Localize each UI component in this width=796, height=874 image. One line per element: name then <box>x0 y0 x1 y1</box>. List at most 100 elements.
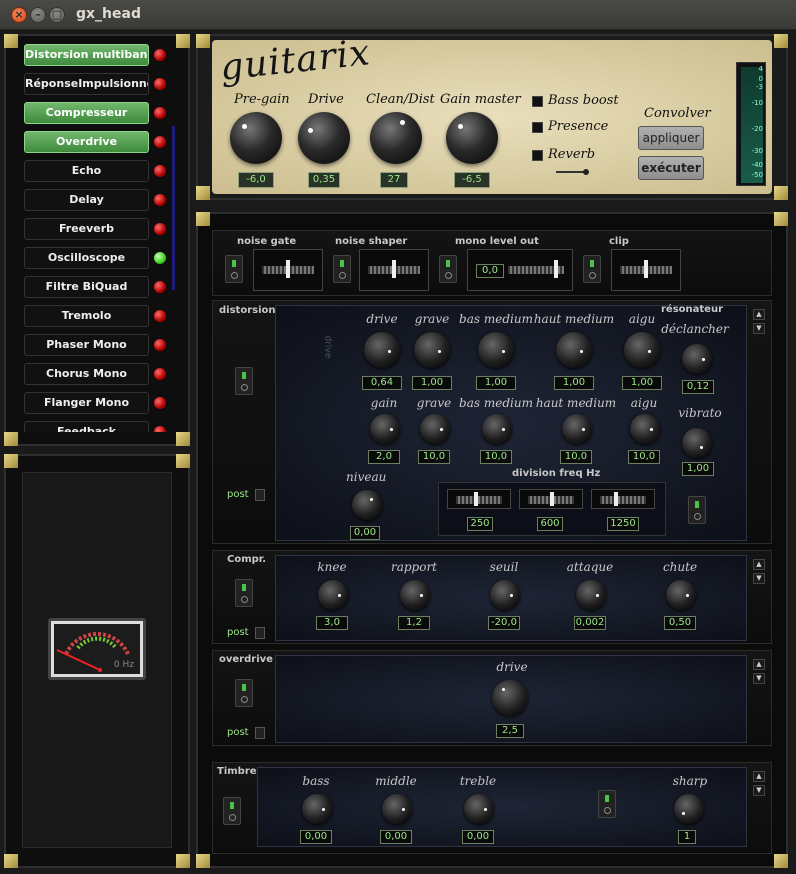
compr-rapport-knob[interactable] <box>400 580 430 610</box>
gain-master-value[interactable]: -6,5 <box>454 172 490 188</box>
plugin-toggle-button[interactable]: Tremolo <box>24 305 149 327</box>
plugin-toggle-button[interactable]: Oscilloscope <box>24 247 149 269</box>
dist-grave-knob[interactable] <box>414 332 450 368</box>
plugin-toggle-button[interactable]: Delay <box>24 189 149 211</box>
overdrive-drive-knob[interactable] <box>492 680 528 716</box>
resonator-trigger-knob[interactable] <box>682 344 712 374</box>
dist-gain-knob[interactable] <box>370 414 400 444</box>
move-down-button[interactable]: ▼ <box>753 323 765 334</box>
compr-switch[interactable] <box>235 579 253 607</box>
timbre-extra-switch[interactable] <box>598 790 616 818</box>
plugin-toggle-button[interactable]: Distorsion multibande <box>24 44 149 66</box>
post-checkbox[interactable] <box>255 727 265 739</box>
vibrato-knob[interactable] <box>682 428 712 458</box>
plugin-toggle-button[interactable]: Feedback <box>24 421 149 432</box>
compr-attaque-knob[interactable] <box>576 580 606 610</box>
reverb-slider[interactable] <box>556 169 589 175</box>
dist-grave2-knob[interactable] <box>420 414 450 444</box>
freq-value-2[interactable]: 600 <box>537 517 563 531</box>
plugin-toggle-button[interactable]: Chorus Mono <box>24 363 149 385</box>
move-up-button[interactable]: ▲ <box>753 309 765 320</box>
presence-checkbox[interactable] <box>532 122 543 133</box>
pre-gain-knob[interactable] <box>230 112 282 164</box>
compr-seuil-knob[interactable] <box>490 580 520 610</box>
post-checkbox[interactable] <box>255 489 265 501</box>
plugin-toggle-button[interactable]: Phaser Mono <box>24 334 149 356</box>
dist-aigu-value[interactable]: 1,00 <box>622 376 662 390</box>
drive-knob[interactable] <box>298 112 350 164</box>
dist-bas-medium-knob[interactable] <box>478 332 514 368</box>
move-up-button[interactable]: ▲ <box>753 559 765 570</box>
dist-aigu-knob[interactable] <box>624 332 660 368</box>
apply-button[interactable]: appliquer <box>638 126 704 150</box>
noise-shaper-slider[interactable] <box>359 249 429 291</box>
mono-level-value[interactable]: 0,0 <box>476 264 504 278</box>
clip-switch[interactable] <box>583 255 601 283</box>
plugin-toggle-button[interactable]: Overdrive <box>24 131 149 153</box>
dist-aigu2-knob[interactable] <box>630 414 660 444</box>
dist-haut-medium-value[interactable]: 1,00 <box>554 376 594 390</box>
freq-slider-3[interactable] <box>591 489 655 509</box>
dist-drive-knob[interactable] <box>364 332 400 368</box>
clip-slider[interactable] <box>611 249 681 291</box>
move-up-button[interactable]: ▲ <box>753 771 765 782</box>
timbre-bass-value[interactable]: 0,00 <box>300 830 332 844</box>
mono-level-slider[interactable]: 0,0 <box>467 249 573 291</box>
move-down-button[interactable]: ▼ <box>753 785 765 796</box>
timbre-switch[interactable] <box>223 797 241 825</box>
move-down-button[interactable]: ▼ <box>753 673 765 684</box>
clean-dist-knob[interactable] <box>370 112 422 164</box>
minimize-window-button[interactable]: – <box>30 7 46 23</box>
plugin-toggle-button[interactable]: Echo <box>24 160 149 182</box>
noise-shaper-switch[interactable] <box>333 255 351 283</box>
timbre-bass-knob[interactable] <box>302 794 332 824</box>
freq-value-3[interactable]: 1250 <box>607 517 639 531</box>
overdrive-switch[interactable] <box>235 679 253 707</box>
dist-bas-medium2-knob[interactable] <box>482 414 512 444</box>
move-down-button[interactable]: ▼ <box>753 573 765 584</box>
reverb-checkbox[interactable] <box>532 150 543 161</box>
timbre-middle-knob[interactable] <box>382 794 412 824</box>
dist-drive-value[interactable]: 0,64 <box>362 376 402 390</box>
noise-gate-switch[interactable] <box>225 255 243 283</box>
plugin-toggle-button[interactable]: Compresseur <box>24 102 149 124</box>
resonator-trigger-value[interactable]: 0,12 <box>682 380 714 394</box>
pre-gain-value[interactable]: -6,0 <box>238 172 274 188</box>
overdrive-post[interactable]: post <box>227 727 265 739</box>
plugin-toggle-button[interactable]: Filtre BiQuad <box>24 276 149 298</box>
dist-haut-medium-knob[interactable] <box>556 332 592 368</box>
close-window-button[interactable]: × <box>11 7 27 23</box>
freq-slider-2[interactable] <box>519 489 583 509</box>
dist-aigu2-value[interactable]: 10,0 <box>628 450 660 464</box>
plugin-list-scrollbar[interactable] <box>172 126 175 290</box>
dist-bas-medium2-value[interactable]: 10,0 <box>480 450 512 464</box>
maximize-window-button[interactable]: □ <box>49 7 65 23</box>
post-checkbox[interactable] <box>255 627 265 639</box>
bass-boost-checkbox[interactable] <box>532 96 543 107</box>
plugin-toggle-button[interactable]: Flanger Mono <box>24 392 149 414</box>
plugin-toggle-button[interactable]: Freeverb <box>24 218 149 240</box>
niveau-value[interactable]: 0,00 <box>350 526 380 540</box>
compr-post[interactable]: post <box>227 627 265 639</box>
mono-level-switch[interactable] <box>439 255 457 283</box>
dist-grave2-value[interactable]: 10,0 <box>418 450 450 464</box>
plugin-toggle-button[interactable]: RéponseImpulsionnelle <box>24 73 149 95</box>
noise-gate-slider[interactable] <box>253 249 323 291</box>
vibrato-value[interactable]: 1,00 <box>682 462 714 476</box>
run-button[interactable]: exécuter <box>638 156 704 180</box>
freq-value-1[interactable]: 250 <box>467 517 493 531</box>
distorsion-post[interactable]: post <box>227 489 265 501</box>
compr-seuil-value[interactable]: -20,0 <box>488 616 520 630</box>
timbre-middle-value[interactable]: 0,00 <box>380 830 412 844</box>
dist-haut-medium2-value[interactable]: 10,0 <box>560 450 592 464</box>
compr-attaque-value[interactable]: 0,002 <box>574 616 606 630</box>
timbre-treble-value[interactable]: 0,00 <box>462 830 494 844</box>
dist-bas-medium-value[interactable]: 1,00 <box>476 376 516 390</box>
compr-knee-value[interactable]: 3,0 <box>316 616 348 630</box>
niveau-knob[interactable] <box>352 490 382 520</box>
sharp-value[interactable]: 1 <box>678 830 696 844</box>
compr-chute-knob[interactable] <box>666 580 696 610</box>
clean-dist-value[interactable]: 27 <box>380 172 408 188</box>
dist-gain-value[interactable]: 2,0 <box>368 450 400 464</box>
distorsion-switch[interactable] <box>235 367 253 395</box>
